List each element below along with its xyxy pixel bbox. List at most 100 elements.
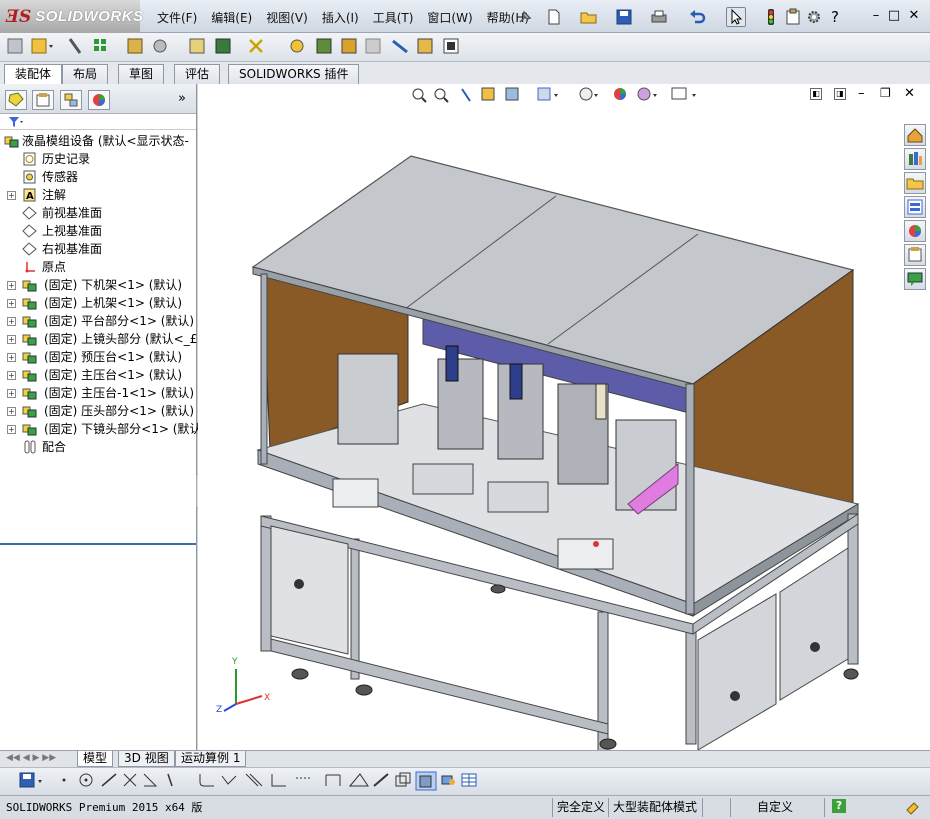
explode-line-sketch-icon[interactable] <box>365 38 381 54</box>
solidworks-forum-icon[interactable] <box>904 268 926 290</box>
undo-icon[interactable] <box>688 8 706 26</box>
ruler-icon[interactable] <box>373 773 389 787</box>
tree-item[interactable]: 前视基准面 <box>0 204 196 222</box>
expand-plus-icon[interactable]: + <box>7 353 16 362</box>
tree-item[interactable]: + (固定) 平台部分<1> (默认) <box>0 312 196 330</box>
fillet-icon[interactable] <box>199 774 214 787</box>
tab-solidworks-addins[interactable]: SOLIDWORKS 插件 <box>228 64 360 84</box>
tab-model[interactable]: 模型 <box>77 751 114 767</box>
expand-plus-icon[interactable]: + <box>7 425 16 434</box>
tab-evaluate[interactable]: 评估 <box>174 64 221 84</box>
angle-icon[interactable] <box>143 773 158 787</box>
arc-icon[interactable] <box>167 773 173 787</box>
tree-item[interactable]: + (固定) 预压台<1> (默认) <box>0 348 196 366</box>
point-icon[interactable] <box>62 778 66 782</box>
tree-item[interactable]: + (固定) 主压台<1> (默认) <box>0 366 196 384</box>
options-gear-icon[interactable] <box>805 8 823 26</box>
corner-icon[interactable] <box>271 774 286 787</box>
pin-icon[interactable] <box>516 8 534 26</box>
tree-item[interactable]: 历史记录 <box>0 150 196 168</box>
new-motion-study-icon[interactable] <box>290 39 304 53</box>
status-units-custom[interactable]: 自定义 <box>757 800 793 817</box>
tab-scroll-first-icon[interactable]: ◀◀ ◀ ▶ ▶▶ <box>6 753 56 763</box>
display-manager-tab-icon[interactable] <box>88 90 110 110</box>
expand-plus-icon[interactable]: + <box>7 317 16 326</box>
expand-plus-icon[interactable]: + <box>7 299 16 308</box>
tree-item[interactable]: + (固定) 上机架<1> (默认) <box>0 294 196 312</box>
tab-3d-views[interactable]: 3D 视图 <box>118 751 175 767</box>
help-question-icon[interactable]: ? <box>826 8 844 26</box>
tree-item[interactable]: + (固定) 上镜头部分 (默认<_£ <box>0 330 197 348</box>
bill-of-materials-icon[interactable] <box>316 38 332 54</box>
tree-item[interactable]: + (固定) 下镜头部分<1> (默认 <box>0 420 201 438</box>
select-pointer-icon[interactable] <box>726 7 746 27</box>
file-properties-icon[interactable] <box>784 8 802 26</box>
menu-view[interactable]: 视图(V) <box>259 9 315 26</box>
offset-icon[interactable] <box>221 775 237 785</box>
menu-file[interactable]: 文件(F) <box>150 9 204 26</box>
rebuild-traffic-light-icon[interactable] <box>762 8 780 26</box>
expand-plus-icon[interactable]: + <box>7 335 16 344</box>
save-icon[interactable] <box>19 772 42 788</box>
expand-plus-icon[interactable]: + <box>7 389 16 398</box>
expand-plus-icon[interactable]: + <box>7 281 16 290</box>
feature-tree-tab-icon[interactable] <box>5 90 27 110</box>
insert-components-icon[interactable] <box>31 38 53 54</box>
design-library-icon[interactable] <box>904 148 926 170</box>
save-icon[interactable] <box>615 8 633 26</box>
print-icon[interactable] <box>650 8 668 26</box>
custom-properties-icon[interactable] <box>904 244 926 266</box>
tab-sketch[interactable]: 草图 <box>118 64 165 84</box>
close-window-icon[interactable]: ✕ <box>906 9 922 23</box>
view-palette-icon[interactable] <box>904 196 926 218</box>
solidworks-logo[interactable]: ƎS SOLIDWORKS <box>0 0 143 33</box>
menu-insert[interactable]: 插入(I) <box>315 9 366 26</box>
assembly-features-icon[interactable] <box>215 38 231 54</box>
exploded-view-icon[interactable] <box>341 38 357 54</box>
instant-3d-icon[interactable] <box>392 39 408 54</box>
minimize-window-icon[interactable]: – <box>868 9 884 23</box>
smart-fasteners-icon[interactable] <box>127 38 143 54</box>
solidworks-resources-home-icon[interactable] <box>904 124 926 146</box>
restore-window-icon[interactable]: □ <box>886 9 902 23</box>
appearances-scenes-icon[interactable] <box>904 220 926 242</box>
tree-item[interactable]: 传感器 <box>0 168 196 186</box>
tree-item[interactable]: 配合 <box>0 438 196 456</box>
linear-pattern-icon[interactable] <box>94 39 106 51</box>
show-hidden-components-icon[interactable] <box>189 38 205 54</box>
table-icon[interactable] <box>461 773 477 787</box>
edit-component-icon[interactable] <box>7 38 23 54</box>
tree-item[interactable]: + (固定) 下机架<1> (默认) <box>0 276 196 294</box>
tree-root-assembly[interactable]: 液晶模组设备 (默认<显示状态- <box>0 132 196 150</box>
menu-window[interactable]: 窗口(W) <box>420 9 479 26</box>
menu-edit[interactable]: 编辑(E) <box>204 9 259 26</box>
property-manager-tab-icon[interactable] <box>32 90 54 110</box>
file-explorer-icon[interactable] <box>904 172 926 194</box>
line-icon[interactable] <box>101 773 117 787</box>
tree-item[interactable]: + (固定) 主压台-1<1> (默认) <box>0 384 196 402</box>
open-folder-icon[interactable] <box>580 8 598 26</box>
menu-tools[interactable]: 工具(T) <box>366 9 421 26</box>
circle-icon[interactable] <box>79 773 93 787</box>
take-snapshot-icon[interactable] <box>443 38 459 54</box>
tab-layout[interactable]: 布局 <box>62 64 109 84</box>
mirror-icon[interactable] <box>245 773 263 787</box>
triangle-icon[interactable] <box>348 773 369 787</box>
tree-item[interactable]: + (固定) 压头部分<1> (默认) <box>0 402 196 420</box>
graphics-area[interactable]: ◧ ◨ – ❐ ✕ Y X Z <box>198 84 930 750</box>
box-icon[interactable] <box>395 772 411 787</box>
tree-item[interactable]: 右视基准面 <box>0 240 196 258</box>
status-help-icon[interactable]: ? <box>832 799 846 813</box>
reference-geometry-icon[interactable] <box>249 39 263 53</box>
shaded-box-icon[interactable] <box>415 771 437 791</box>
new-document-icon[interactable] <box>545 8 563 26</box>
tab-assembly[interactable]: 装配体 <box>4 64 63 85</box>
expand-panel-chevron-icon[interactable]: » <box>178 91 186 106</box>
viewport-close-icon[interactable]: ✕ <box>904 86 915 101</box>
point-cloud-icon[interactable] <box>441 775 455 785</box>
smart-dimension-icon[interactable] <box>325 774 341 786</box>
expand-plus-icon[interactable]: + <box>7 191 16 200</box>
assembly-3d-model[interactable]: Y X Z <box>198 84 898 750</box>
tree-item[interactable]: 原点 <box>0 258 196 276</box>
expand-plus-icon[interactable]: + <box>7 371 16 380</box>
